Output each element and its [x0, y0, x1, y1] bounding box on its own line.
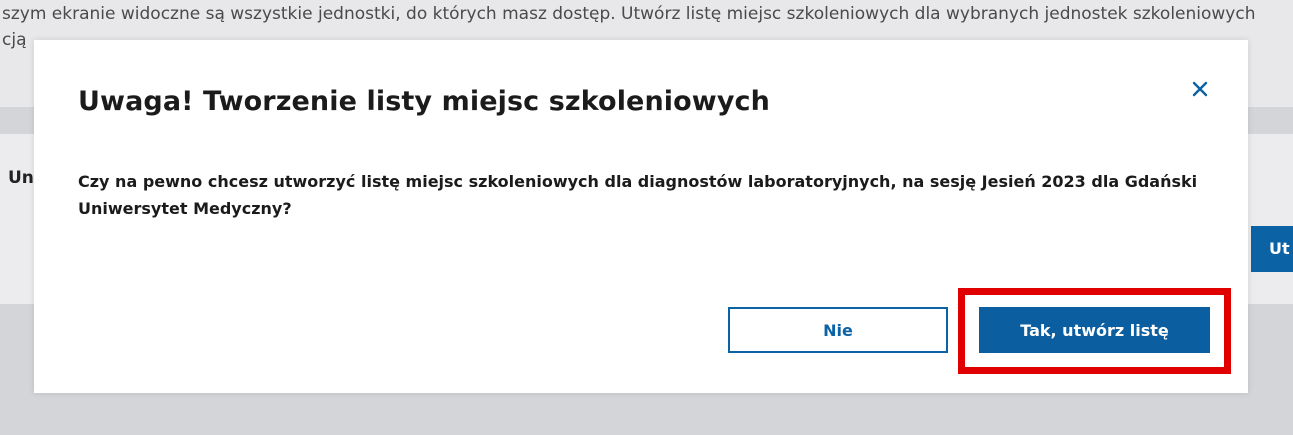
confirmation-dialog: Uwaga! Tworzenie listy miejsc szkoleniow…	[34, 40, 1248, 393]
close-icon	[1192, 81, 1208, 97]
yes-create-list-button[interactable]: Tak, utwórz listę	[979, 307, 1210, 353]
close-button[interactable]	[1189, 78, 1211, 100]
units-section-label: Un	[8, 168, 34, 188]
no-button[interactable]: Nie	[728, 307, 948, 353]
create-list-button-background: Ut	[1251, 226, 1293, 272]
page-info-text: szym ekranie widoczne są wszystkie jedno…	[2, 4, 1256, 24]
page-info-text-continued: cją	[2, 30, 27, 50]
dialog-message: Czy na pewno chcesz utworzyć listę miejs…	[78, 172, 1198, 218]
dialog-title: Uwaga! Tworzenie listy miejsc szkoleniow…	[78, 86, 770, 117]
